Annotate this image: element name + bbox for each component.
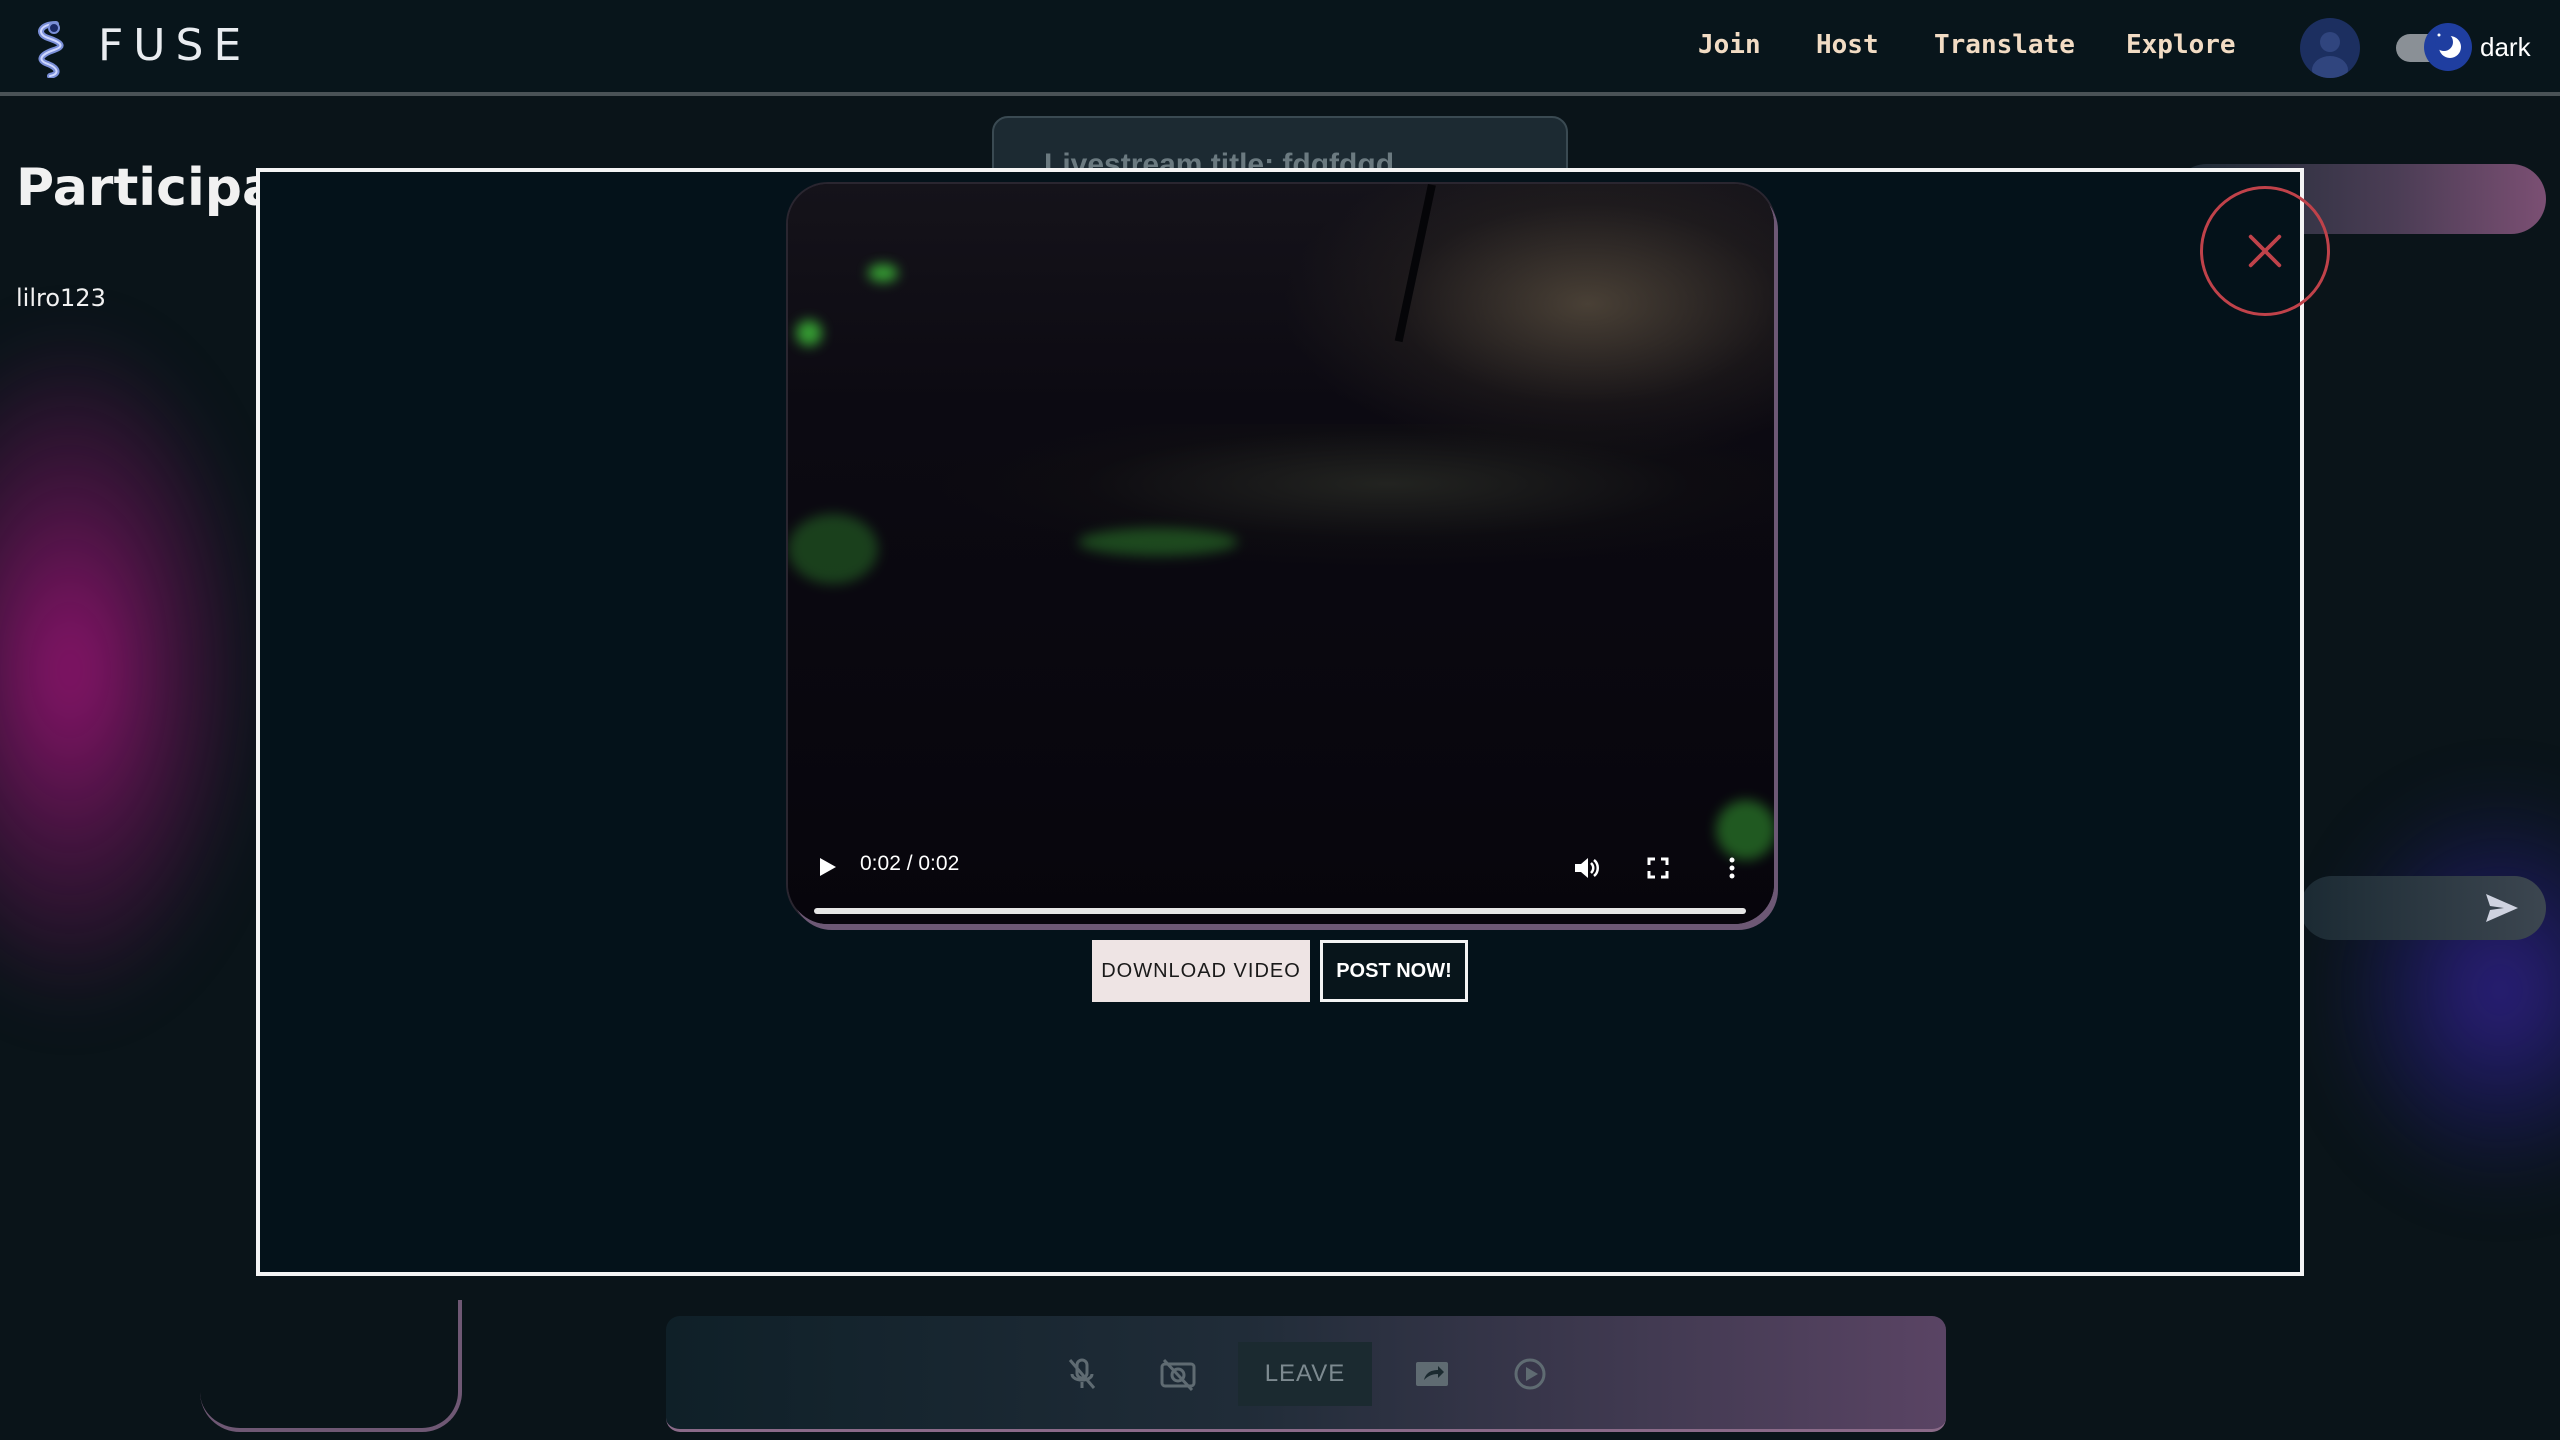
brand-name: FUSE xyxy=(98,20,252,71)
fuse-logo-icon[interactable] xyxy=(26,20,80,78)
download-video-button[interactable]: DOWNLOAD VIDEO xyxy=(1092,940,1310,1002)
video-frame-keyboard xyxy=(788,424,1774,664)
nav-join[interactable]: Join xyxy=(1698,30,1761,60)
ambient-glow-left xyxy=(0,320,260,1020)
record-icon[interactable] xyxy=(1510,1354,1550,1394)
video-frame-light xyxy=(788,514,878,584)
video-frame-light xyxy=(1078,528,1238,556)
top-header: FUSE Join Host Translate Explore dark xyxy=(0,0,2560,96)
user-avatar[interactable] xyxy=(2300,18,2360,78)
more-options-icon[interactable] xyxy=(1716,852,1748,884)
participant-item: lilro123 xyxy=(16,284,106,312)
nav-host[interactable]: Host xyxy=(1816,30,1879,60)
theme-toggle-knob[interactable] xyxy=(2424,23,2472,71)
post-now-button[interactable]: POST NOW! xyxy=(1320,940,1468,1002)
camera-off-icon[interactable] xyxy=(1158,1354,1198,1394)
video-frame-light xyxy=(868,264,898,282)
video-player[interactable]: 0:02 / 0:02 xyxy=(788,184,1774,924)
nav-translate[interactable]: Translate xyxy=(1934,30,2075,60)
close-icon[interactable] xyxy=(2200,186,2330,316)
video-frame-light xyxy=(796,320,822,346)
nav-explore[interactable]: Explore xyxy=(2126,30,2236,60)
screen-share-icon[interactable] xyxy=(1412,1354,1452,1394)
side-panel-card xyxy=(200,1300,462,1432)
send-icon[interactable] xyxy=(2484,890,2520,926)
mic-off-icon[interactable] xyxy=(1062,1354,1102,1394)
video-progress-bar[interactable] xyxy=(814,908,1746,914)
fullscreen-icon[interactable] xyxy=(1642,852,1674,884)
video-time: 0:02 / 0:02 xyxy=(860,852,960,875)
play-icon[interactable] xyxy=(814,854,840,880)
theme-label: dark xyxy=(2480,32,2531,62)
volume-icon[interactable] xyxy=(1570,852,1602,884)
leave-button[interactable]: LEAVE xyxy=(1238,1342,1372,1406)
user-silhouette-icon xyxy=(2312,32,2348,78)
video-controls: 0:02 / 0:02 xyxy=(788,824,1774,924)
moon-icon xyxy=(2435,33,2461,58)
ambient-glow-right xyxy=(2320,780,2560,1200)
